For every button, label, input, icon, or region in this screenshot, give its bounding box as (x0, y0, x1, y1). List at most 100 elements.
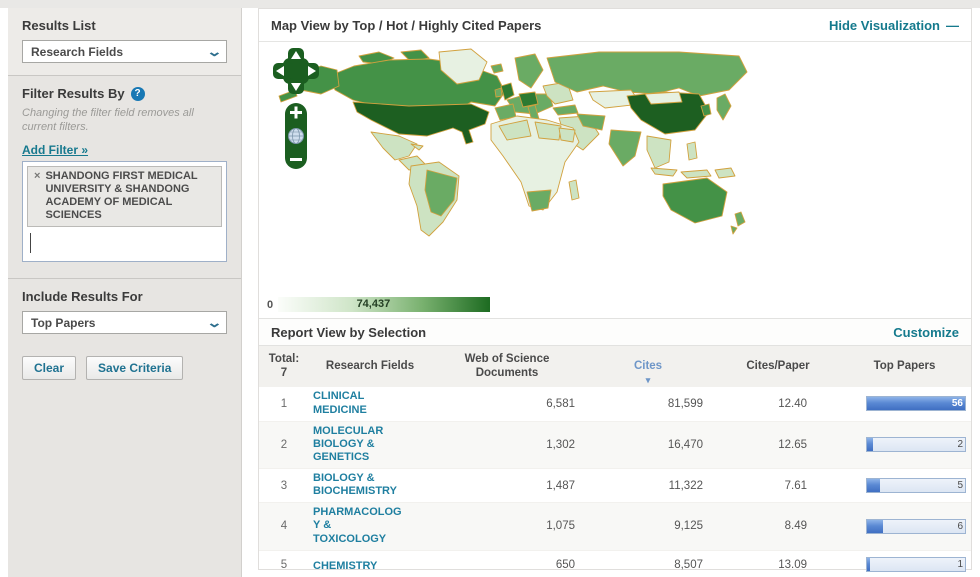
table-row: 3 BIOLOGY & BIOCHEMISTRY 1,487 11,322 7.… (259, 469, 971, 503)
pan-right-button[interactable] (303, 63, 319, 79)
report-title: Report View by Selection (271, 325, 426, 340)
chevron-down-icon: ⌄ (206, 318, 222, 328)
row-rank: 4 (259, 520, 309, 532)
cites-per-paper-value: 7.61 (713, 480, 843, 492)
cites-per-paper-value: 8.49 (713, 520, 843, 532)
top-papers-bar-fill (867, 520, 883, 533)
add-filter-link[interactable]: Add Filter » (22, 143, 88, 157)
top-papers-value: 56 (952, 398, 963, 409)
wos-documents-value: 1,487 (431, 480, 583, 492)
legend-gradient-bar: 74,437 (278, 297, 490, 312)
top-papers-bar: 56 (866, 396, 966, 411)
map-header: Map View by Top / Hot / Highly Cited Pap… (259, 9, 971, 42)
table-row: 4 PHARMACOLOG Y & TOXICOLOGY 1,075 9,125… (259, 503, 971, 550)
research-field-link[interactable]: CLINICAL MEDICINE (309, 390, 367, 416)
pan-up-button[interactable] (288, 48, 304, 64)
include-results-section: Include Results For Top Papers ⌄ Clear S… (8, 279, 241, 392)
esi-app: Results List Research Fields ⌄ Filter Re… (0, 0, 980, 577)
top-papers-bar: 1 (866, 557, 966, 572)
cites-value: 81,599 (583, 398, 713, 410)
cites-per-paper-value: 12.40 (713, 398, 843, 410)
column-header-cites-per-paper[interactable]: Cites/Paper (713, 360, 843, 374)
results-list-label: Results List (22, 18, 227, 33)
top-papers-value: 2 (957, 439, 963, 450)
remove-tag-icon[interactable]: × (34, 170, 40, 223)
wos-documents-value: 1,075 (431, 520, 583, 532)
pan-control (273, 48, 319, 94)
hide-visualization-link[interactable]: Hide Visualization — (829, 18, 959, 33)
include-results-selected: Top Papers (31, 316, 95, 330)
row-rank: 5 (259, 559, 309, 571)
map-legend: 0 74,437 (267, 297, 490, 312)
research-field-link[interactable]: CHEMISTRY (309, 560, 377, 573)
filter-box[interactable]: × SHANDONG FIRST MEDICAL UNIVERSITY & SH… (22, 161, 227, 263)
research-field-link[interactable]: PHARMACOLOG Y & TOXICOLOGY (309, 506, 402, 546)
world-map[interactable] (259, 44, 971, 294)
top-papers-value: 5 (957, 480, 963, 491)
sort-down-icon: ▾ (646, 375, 651, 385)
report-table: Total: 7 Research Fields Web of Science … (259, 346, 971, 577)
map-title: Map View by Top / Hot / Highly Cited Pap… (271, 18, 541, 33)
cites-per-paper-value: 13.09 (713, 559, 843, 571)
top-papers-bar-fill (867, 558, 870, 571)
sidebar: Results List Research Fields ⌄ Filter Re… (8, 8, 242, 577)
results-list-section: Results List Research Fields ⌄ (8, 8, 241, 76)
wos-documents-value: 1,302 (431, 439, 583, 451)
zoom-out-button[interactable] (290, 158, 302, 161)
minus-icon: — (946, 18, 959, 33)
results-list-dropdown[interactable]: Research Fields ⌄ (22, 40, 227, 63)
top-papers-bar-fill (867, 397, 965, 410)
research-field-link[interactable]: BIOLOGY & BIOCHEMISTRY (309, 472, 397, 498)
column-header-research-fields[interactable]: Research Fields (309, 360, 431, 374)
filter-title: Filter Results By (22, 86, 125, 101)
total-header: Total: 7 (259, 353, 309, 381)
column-header-top-papers[interactable]: Top Papers (843, 360, 973, 374)
pan-down-button[interactable] (288, 78, 304, 94)
filter-input[interactable] (27, 227, 222, 259)
top-papers-bar-fill (867, 438, 873, 451)
table-header-row: Total: 7 Research Fields Web of Science … (259, 346, 971, 387)
customize-link[interactable]: Customize (893, 325, 959, 340)
cites-value: 9,125 (583, 520, 713, 532)
main-panel: Map View by Top / Hot / Highly Cited Pap… (258, 8, 972, 570)
cites-value: 8,507 (583, 559, 713, 571)
text-caret (30, 233, 31, 253)
wos-documents-value: 6,581 (431, 398, 583, 410)
row-rank: 2 (259, 439, 309, 451)
research-field-link[interactable]: MOLECULAR BIOLOGY & GENETICS (309, 425, 383, 465)
legend-min: 0 (267, 299, 273, 311)
zoom-control (285, 103, 307, 169)
top-strip (0, 0, 980, 8)
table-row: 5 CHEMISTRY 650 8,507 13.09 1 (259, 551, 971, 577)
save-criteria-button[interactable]: Save Criteria (86, 356, 183, 380)
map-area: 0 74,437 (259, 42, 971, 318)
results-list-selected: Research Fields (31, 45, 123, 59)
map-controls (273, 48, 321, 174)
top-papers-value: 1 (957, 559, 963, 570)
table-row: 2 MOLECULAR BIOLOGY & GENETICS 1,302 16,… (259, 422, 971, 469)
report-header: Report View by Selection Customize (259, 318, 971, 346)
top-papers-bar: 5 (866, 478, 966, 493)
column-header-wos-documents[interactable]: Web of Science Documents (431, 353, 583, 381)
row-rank: 3 (259, 480, 309, 492)
filter-section: Filter Results By ? Changing the filter … (8, 76, 241, 279)
pan-left-button[interactable] (273, 63, 289, 79)
wos-documents-value: 650 (431, 559, 583, 571)
include-results-dropdown[interactable]: Top Papers ⌄ (22, 311, 227, 334)
hide-visualization-label: Hide Visualization (829, 18, 940, 33)
cites-per-paper-value: 12.65 (713, 439, 843, 451)
legend-max: 74,437 (357, 298, 391, 310)
clear-button[interactable]: Clear (22, 356, 76, 380)
filter-note: Changing the filter field removes all cu… (22, 106, 227, 135)
help-icon[interactable]: ? (131, 87, 145, 101)
top-papers-bar: 2 (866, 437, 966, 452)
table-row: 1 CLINICAL MEDICINE 6,581 81,599 12.40 5… (259, 387, 971, 421)
row-rank: 1 (259, 398, 309, 410)
chevron-down-icon: ⌄ (206, 47, 222, 57)
globe-reset-button[interactable] (289, 129, 304, 144)
top-papers-bar: 6 (866, 519, 966, 534)
filter-tag-label: SHANDONG FIRST MEDICAL UNIVERSITY & SHAN… (45, 170, 215, 223)
cites-header-label: Cites (634, 360, 662, 372)
include-results-label: Include Results For (22, 289, 227, 304)
column-header-cites[interactable]: Cites ▾ (583, 346, 713, 387)
